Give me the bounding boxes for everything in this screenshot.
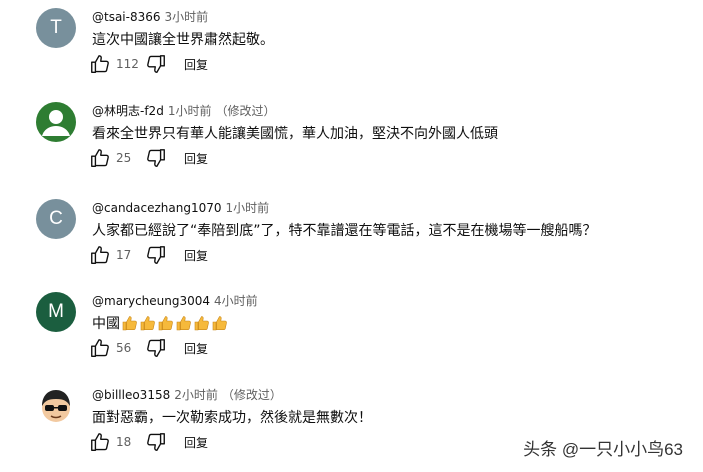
avatar-initial: M: [48, 301, 64, 322]
avatar[interactable]: T: [36, 8, 76, 48]
comment-text: 人家都已經說了“奉陪到底”了，特不靠譜還在等電話，這不是在機場等一艘船嗎？: [92, 223, 597, 239]
comment-actions: 17 回复: [88, 243, 208, 267]
avatar-initial: C: [49, 208, 63, 229]
comment-time[interactable]: 1小时前: [168, 104, 212, 118]
thumbs-down-icon: [147, 149, 165, 167]
dislike-button[interactable]: [144, 52, 168, 76]
reply-button[interactable]: 回复: [184, 434, 208, 451]
like-count: 112: [116, 57, 139, 71]
thumbs-up-emoji-icon: [194, 316, 209, 331]
thumbs-up-emoji-icon: [158, 316, 173, 331]
thumbs-down-icon: [147, 339, 165, 357]
author-name[interactable]: @marycheung3004: [92, 294, 210, 308]
thumbs-down-icon: [147, 433, 165, 451]
avatar[interactable]: [36, 386, 76, 426]
comment-time[interactable]: 3小时前: [165, 10, 209, 24]
watermark: 头条 @一只小小鸟63: [517, 433, 689, 462]
comment-meta: @billleo3158 2小时前 （修改过）: [92, 386, 282, 403]
comment-meta: @tsai-8366 3小时前: [92, 8, 208, 25]
like-button[interactable]: [88, 146, 112, 170]
default-user-icon: [42, 110, 70, 136]
avatar-initial: T: [50, 17, 62, 38]
like-count: 17: [116, 248, 132, 262]
like-button[interactable]: [88, 336, 112, 360]
thumbs-up-emoji-icon: [140, 316, 155, 331]
edited-label: （修改过）: [215, 104, 276, 118]
dislike-button[interactable]: [144, 146, 168, 170]
thumbs-up-icon: [91, 246, 109, 264]
thumbs-up-icon: [91, 339, 109, 357]
like-button[interactable]: [88, 52, 112, 76]
comment-text: 這次中國讓全世界肅然起敬。: [92, 32, 274, 48]
thumbs-up-icon: [91, 55, 109, 73]
comment-text: 中國: [92, 313, 228, 333]
comment-text: 看來全世界只有華人能讓美國慌，華人加油，堅決不向外國人低頭: [92, 126, 498, 142]
dislike-button[interactable]: [144, 430, 168, 454]
cartoon-face-avatar-icon: [42, 390, 70, 422]
reply-button[interactable]: 回复: [184, 247, 208, 264]
thumbs-down-icon: [147, 55, 165, 73]
comment-item: C @candacezhang1070 1小时前 人家都已經說了“奉陪到底”了，特…: [0, 191, 703, 279]
comment-text: 面對惡霸，一次勒索成功，然後就是無數次！: [92, 410, 372, 426]
comment-item: T @tsai-8366 3小时前 這次中國讓全世界肅然起敬。 112 回复: [0, 0, 703, 88]
like-count: 25: [116, 151, 132, 165]
comment-item: M @marycheung3004 4小时前 中國 56 回复: [0, 284, 703, 372]
thumbs-up-icon: [91, 149, 109, 167]
reply-button[interactable]: 回复: [184, 340, 208, 357]
edited-label: （修改过）: [221, 388, 282, 402]
author-name[interactable]: @billleo3158: [92, 388, 170, 402]
comment-actions: 112 回复: [88, 52, 208, 76]
comment-item: @林明志-f2d 1小时前 （修改过） 看來全世界只有華人能讓美國慌，華人加油，堅決…: [0, 94, 703, 182]
dislike-button[interactable]: [144, 243, 168, 267]
thumbs-up-emoji-icon: [176, 316, 191, 331]
thumbs-up-icon: [91, 433, 109, 451]
like-button[interactable]: [88, 430, 112, 454]
author-name[interactable]: @candacezhang1070: [92, 201, 222, 215]
comment-text-content: 中國: [92, 316, 120, 332]
comment-actions: 18 回复: [88, 430, 208, 454]
comment-time[interactable]: 4小时前: [214, 294, 258, 308]
thumbs-up-emoji-icon: [212, 316, 227, 331]
emoji-row: [120, 316, 228, 332]
thumbs-down-icon: [147, 246, 165, 264]
like-button[interactable]: [88, 243, 112, 267]
avatar[interactable]: C: [36, 199, 76, 239]
comment-time[interactable]: 1小时前: [226, 201, 270, 215]
comment-actions: 56 回复: [88, 336, 208, 360]
author-name[interactable]: @林明志-f2d: [92, 104, 164, 118]
comment-time[interactable]: 2小时前: [174, 388, 218, 402]
like-count: 56: [116, 341, 132, 355]
avatar[interactable]: M: [36, 292, 76, 332]
avatar[interactable]: [36, 102, 76, 142]
like-count: 18: [116, 435, 132, 449]
comment-actions: 25 回复: [88, 146, 208, 170]
author-name[interactable]: @tsai-8366: [92, 10, 161, 24]
reply-button[interactable]: 回复: [184, 56, 208, 73]
dislike-button[interactable]: [144, 336, 168, 360]
comment-meta: @marycheung3004 4小时前: [92, 292, 258, 309]
comment-meta: @林明志-f2d 1小时前 （修改过）: [92, 102, 275, 119]
comment-meta: @candacezhang1070 1小时前: [92, 199, 269, 216]
thumbs-up-emoji-icon: [122, 316, 137, 331]
reply-button[interactable]: 回复: [184, 150, 208, 167]
